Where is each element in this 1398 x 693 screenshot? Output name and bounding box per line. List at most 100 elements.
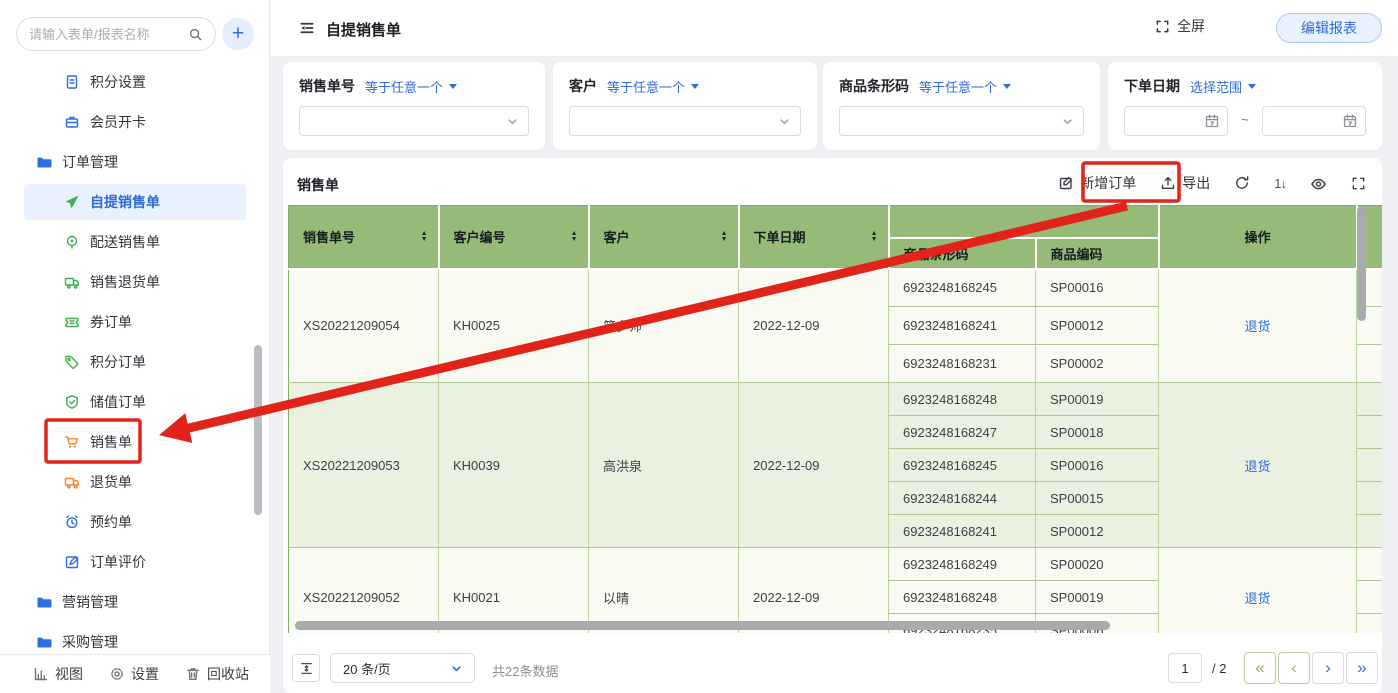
caret-down-icon[interactable] (1003, 84, 1011, 93)
caret-down-icon[interactable] (691, 84, 699, 93)
cell-order-no: XS20221209054 (289, 269, 439, 383)
sidebar-item-6[interactable]: 券订单 (0, 302, 270, 342)
sidebar-item-3[interactable]: 自提销售单 (0, 182, 270, 222)
export-label: 导出 (1182, 173, 1210, 193)
fullscreen-button[interactable]: 全屏 (1155, 16, 1205, 36)
fullscreen-icon (1351, 176, 1366, 191)
sidebar-item-4[interactable]: 配送销售单 (0, 222, 270, 262)
sort-icon[interactable]: ▲▼ (871, 231, 878, 243)
filter-operator[interactable]: 等于任意一个 (365, 77, 443, 96)
chart-icon (33, 666, 49, 682)
sidebar-item-2[interactable]: 订单管理 (0, 142, 270, 182)
filter-select-customer[interactable] (569, 106, 801, 136)
menu-fold-icon[interactable] (298, 19, 316, 37)
sort-icon[interactable]: ▲▼ (721, 231, 728, 243)
col-header-customer[interactable]: 客户▲▼ (589, 206, 739, 269)
cell-partial (1357, 482, 1383, 515)
search-input[interactable] (16, 17, 216, 51)
sidebar-footer-1[interactable]: 设置 (109, 664, 159, 684)
cell-product-code: SP00002 (1036, 345, 1159, 383)
sidebar-item-label: 销售单 (90, 432, 132, 452)
return-link[interactable]: 退货 (1244, 459, 1270, 474)
sort-button[interactable]: 1↓ (1274, 176, 1286, 191)
filter-operator[interactable]: 等于任意一个 (607, 77, 685, 96)
edit-square-icon (1058, 175, 1074, 191)
sidebar-item-14[interactable]: 采购管理 (0, 622, 270, 654)
sidebar-item-11[interactable]: 预约单 (0, 502, 270, 542)
sidebar-item-label: 预约单 (90, 512, 132, 532)
search-field[interactable] (29, 27, 188, 42)
col-header-barcode[interactable]: 商品条形码 (889, 238, 1036, 269)
sidebar-item-9[interactable]: 销售单 (0, 422, 270, 462)
sidebar-item-1[interactable]: 会员开卡 (0, 102, 270, 142)
sidebar-scrollbar[interactable] (254, 345, 262, 515)
export-button[interactable]: 导出 (1160, 173, 1210, 193)
table-panel: 销售单 新增订单 导出 1↓ 销售单号▲▼客户编号▲▼客户▲▼下单日期▲▼操作商… (283, 158, 1382, 693)
col-header-product-code[interactable]: 商品编码 (1036, 238, 1159, 269)
sort-icon[interactable]: ▲▼ (571, 231, 578, 243)
cell-product-code: SP00019 (1036, 383, 1159, 416)
pagination-bar: 20 条/页 共22条数据 / 2 « ‹ › » (283, 647, 1382, 693)
add-order-button[interactable]: 新增订单 (1058, 173, 1136, 193)
refresh-button[interactable] (1234, 175, 1250, 191)
sidebar-item-0[interactable]: 积分设置 (0, 62, 270, 102)
filter-select-order-no[interactable] (299, 106, 529, 136)
sidebar-footer-label: 回收站 (207, 664, 249, 684)
sidebar-item-label: 会员开卡 (90, 112, 146, 132)
filter-operator[interactable]: 等于任意一个 (919, 77, 997, 96)
table-horizontal-scrollbar[interactable] (295, 621, 1110, 630)
filter-label: 客户 (569, 76, 597, 96)
col-header-order_no[interactable]: 销售单号▲▼ (289, 206, 439, 269)
next-page-button[interactable]: › (1312, 652, 1344, 684)
ticket-icon (64, 314, 80, 330)
sidebar-item-label: 订单评价 (90, 552, 146, 572)
cell-partial (1357, 345, 1383, 383)
sidebar-item-12[interactable]: 订单评价 (0, 542, 270, 582)
sidebar-item-label: 退货单 (90, 472, 132, 492)
cell-order-date: 2022-12-09 (739, 383, 889, 548)
table-toolbar: 新增订单 导出 1↓ (1058, 169, 1366, 197)
return-link[interactable]: 退货 (1244, 319, 1270, 334)
table-vertical-scrollbar[interactable] (1357, 206, 1366, 321)
sidebar-item-5[interactable]: 销售退货单 (0, 262, 270, 302)
table-title: 销售单 (297, 175, 339, 195)
sidebar-item-label: 订单管理 (62, 152, 118, 172)
filter-card-customer: 客户 等于任意一个 (553, 62, 817, 150)
first-page-button[interactable]: « (1244, 652, 1276, 684)
return-link[interactable]: 退货 (1244, 591, 1270, 606)
cell-customer: 高洪泉 (589, 383, 739, 548)
filter-operator[interactable]: 选择范围 (1190, 77, 1242, 96)
caret-down-icon[interactable] (449, 84, 457, 93)
row-height-button[interactable] (292, 654, 320, 682)
table-fullscreen-button[interactable] (1351, 176, 1366, 191)
chevron-down-icon (449, 661, 464, 676)
last-page-button[interactable]: » (1346, 652, 1378, 684)
sidebar-item-10[interactable]: 退货单 (0, 462, 270, 502)
tag-icon (64, 354, 80, 370)
sidebar-item-7[interactable]: 积分订单 (0, 342, 270, 382)
sidebar-item-13[interactable]: 营销管理 (0, 582, 270, 622)
sidebar-item-8[interactable]: 储值订单 (0, 382, 270, 422)
sort-icon[interactable]: ▲▼ (421, 231, 428, 243)
sidebar-footer-2[interactable]: 回收站 (185, 664, 249, 684)
visibility-button[interactable] (1310, 175, 1327, 192)
prev-page-button[interactable]: ‹ (1278, 652, 1310, 684)
col-header-order_date[interactable]: 下单日期▲▼ (739, 206, 889, 269)
page-size-select[interactable]: 20 条/页 (330, 653, 475, 683)
caret-down-icon[interactable] (1248, 84, 1256, 93)
sidebar-item-label: 自提销售单 (90, 192, 160, 212)
chevron-down-icon (1060, 114, 1075, 129)
sidebar-footer-0[interactable]: 视图 (33, 664, 83, 684)
chevron-down-icon (505, 114, 520, 129)
filter-select-barcode[interactable] (839, 106, 1084, 136)
add-form-button[interactable]: + (222, 18, 254, 50)
folder-icon (36, 154, 52, 170)
cell-partial (1357, 383, 1383, 416)
date-end-input[interactable] (1262, 106, 1366, 136)
truck-icon (64, 474, 80, 490)
date-start-input[interactable] (1124, 106, 1228, 136)
edit-report-button[interactable]: 编辑报表 (1276, 13, 1382, 43)
cell-partial (1357, 614, 1383, 634)
col-header-customer_no[interactable]: 客户编号▲▼ (439, 206, 589, 269)
page-number-input[interactable] (1168, 653, 1202, 683)
